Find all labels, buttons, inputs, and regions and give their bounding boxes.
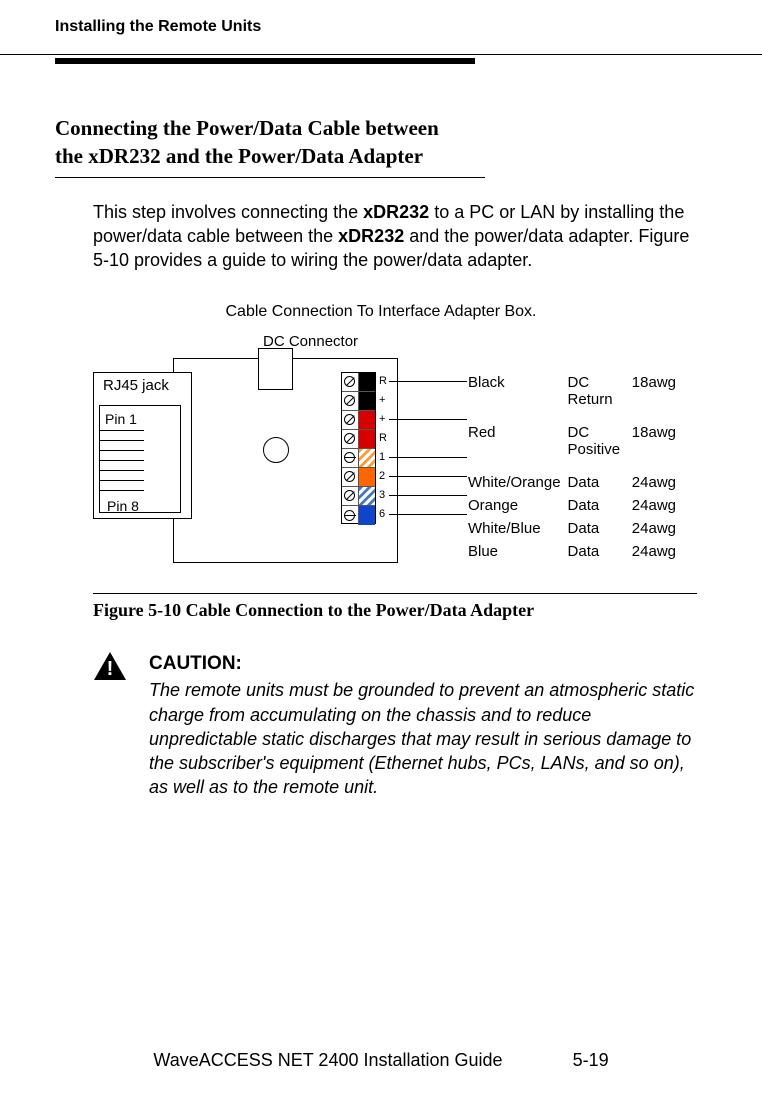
table-row: OrangeData24awg <box>468 494 683 517</box>
content-area: Connecting the Power/Data Cable between … <box>0 64 762 800</box>
wire-color: Black <box>468 371 568 411</box>
wiring-table: BlackDC Return18awg RedDC Positive18awg … <box>468 371 683 563</box>
section-title: Connecting the Power/Data Cable between … <box>55 114 707 171</box>
caution-text: CAUTION: The remote units must be ground… <box>149 651 697 800</box>
wire-gauge: 18awg <box>632 421 683 461</box>
wire-signal: Data <box>568 471 632 494</box>
terminal-letter: 3 <box>379 489 385 501</box>
wire <box>389 457 467 458</box>
wire-gauge: 24awg <box>632 540 683 563</box>
svg-text:!: ! <box>107 658 114 680</box>
terminal-row <box>342 392 375 411</box>
header-rule <box>0 54 762 55</box>
terminal-letter: R <box>379 375 387 387</box>
pin-line <box>100 470 144 471</box>
wire <box>389 476 467 477</box>
pin-line <box>100 490 144 491</box>
terminal-row <box>342 487 375 506</box>
wire-gauge: 24awg <box>632 494 683 517</box>
terminal-row <box>342 449 375 468</box>
terminal-letter: 2 <box>379 470 385 482</box>
caution-body: The remote units must be grounded to pre… <box>149 678 697 799</box>
pin-line <box>100 430 144 431</box>
pin-line <box>100 440 144 441</box>
wire-gauge: 18awg <box>632 371 683 411</box>
wire-color: Orange <box>468 494 568 517</box>
section-title-rule <box>55 177 485 178</box>
terminal-row <box>342 468 375 487</box>
terminal-row <box>342 373 375 392</box>
terminal-row <box>342 506 375 525</box>
wire <box>389 495 467 496</box>
terminal-block <box>341 372 376 524</box>
wire-color: White/Orange <box>468 471 568 494</box>
para-bold-2: xDR232 <box>338 226 404 246</box>
pin8-label: Pin 8 <box>107 498 139 514</box>
table-row: White/BlueData24awg <box>468 517 683 540</box>
caution-label: CAUTION: <box>149 651 697 677</box>
pin-line <box>100 480 144 481</box>
terminal-letter: + <box>379 394 385 406</box>
dc-connector-box <box>258 348 293 390</box>
page-header: Installing the Remote Units <box>0 0 762 36</box>
figure-rule <box>93 593 697 594</box>
rj45-label: RJ45 jack <box>103 377 169 394</box>
wire <box>389 419 467 420</box>
wire-color: Blue <box>468 540 568 563</box>
wire-color: Red <box>468 421 568 461</box>
table-row: BlackDC Return18awg <box>468 371 683 411</box>
wire-signal: Data <box>568 494 632 517</box>
para-text: This step involves connecting the <box>93 202 363 222</box>
table-row: RedDC Positive18awg <box>468 421 683 461</box>
figure-top-caption: Cable Connection To Interface Adapter Bo… <box>55 303 707 321</box>
terminal-row <box>342 430 375 449</box>
footer-page-number: 5-19 <box>573 1050 609 1071</box>
page-footer: WaveACCESS NET 2400 Installation Guide 5… <box>0 1050 762 1071</box>
wire-signal: Data <box>568 540 632 563</box>
wire-signal: Data <box>568 517 632 540</box>
wire-gauge: 24awg <box>632 517 683 540</box>
section-paragraph: This step involves connecting the xDR232… <box>93 200 697 273</box>
terminal-letter: + <box>379 413 385 425</box>
terminal-row <box>342 411 375 430</box>
terminal-letter: 1 <box>379 451 385 463</box>
terminal-letter: 6 <box>379 508 385 520</box>
table-row: White/OrangeData24awg <box>468 471 683 494</box>
caution-icon: ! <box>93 651 127 681</box>
figure-caption: Figure 5-10 Cable Connection to the Powe… <box>93 600 707 621</box>
footer-doc-title: WaveACCESS NET 2400 Installation Guide <box>153 1050 502 1071</box>
para-bold-1: xDR232 <box>363 202 429 222</box>
wire-signal: DC Positive <box>568 421 632 461</box>
wire <box>389 514 467 515</box>
pin1-label: Pin 1 <box>105 411 137 427</box>
pin-line <box>100 460 144 461</box>
wire <box>389 381 467 382</box>
terminal-letter: R <box>379 432 387 444</box>
wire-color: White/Blue <box>468 517 568 540</box>
table-row: BlueData24awg <box>468 540 683 563</box>
section-title-line2: the xDR232 and the Power/Data Adapter <box>55 144 423 168</box>
wire-gauge: 24awg <box>632 471 683 494</box>
figure: DC Connector RJ45 jack Pin 1 Pin 8 <box>93 333 707 568</box>
wire-signal: DC Return <box>568 371 632 411</box>
pin-line <box>100 450 144 451</box>
caution-block: ! CAUTION: The remote units must be grou… <box>93 651 697 800</box>
hole-circle <box>263 437 289 463</box>
wiring-diagram: DC Connector RJ45 jack Pin 1 Pin 8 <box>93 333 683 568</box>
section-title-line1: Connecting the Power/Data Cable between <box>55 116 439 140</box>
